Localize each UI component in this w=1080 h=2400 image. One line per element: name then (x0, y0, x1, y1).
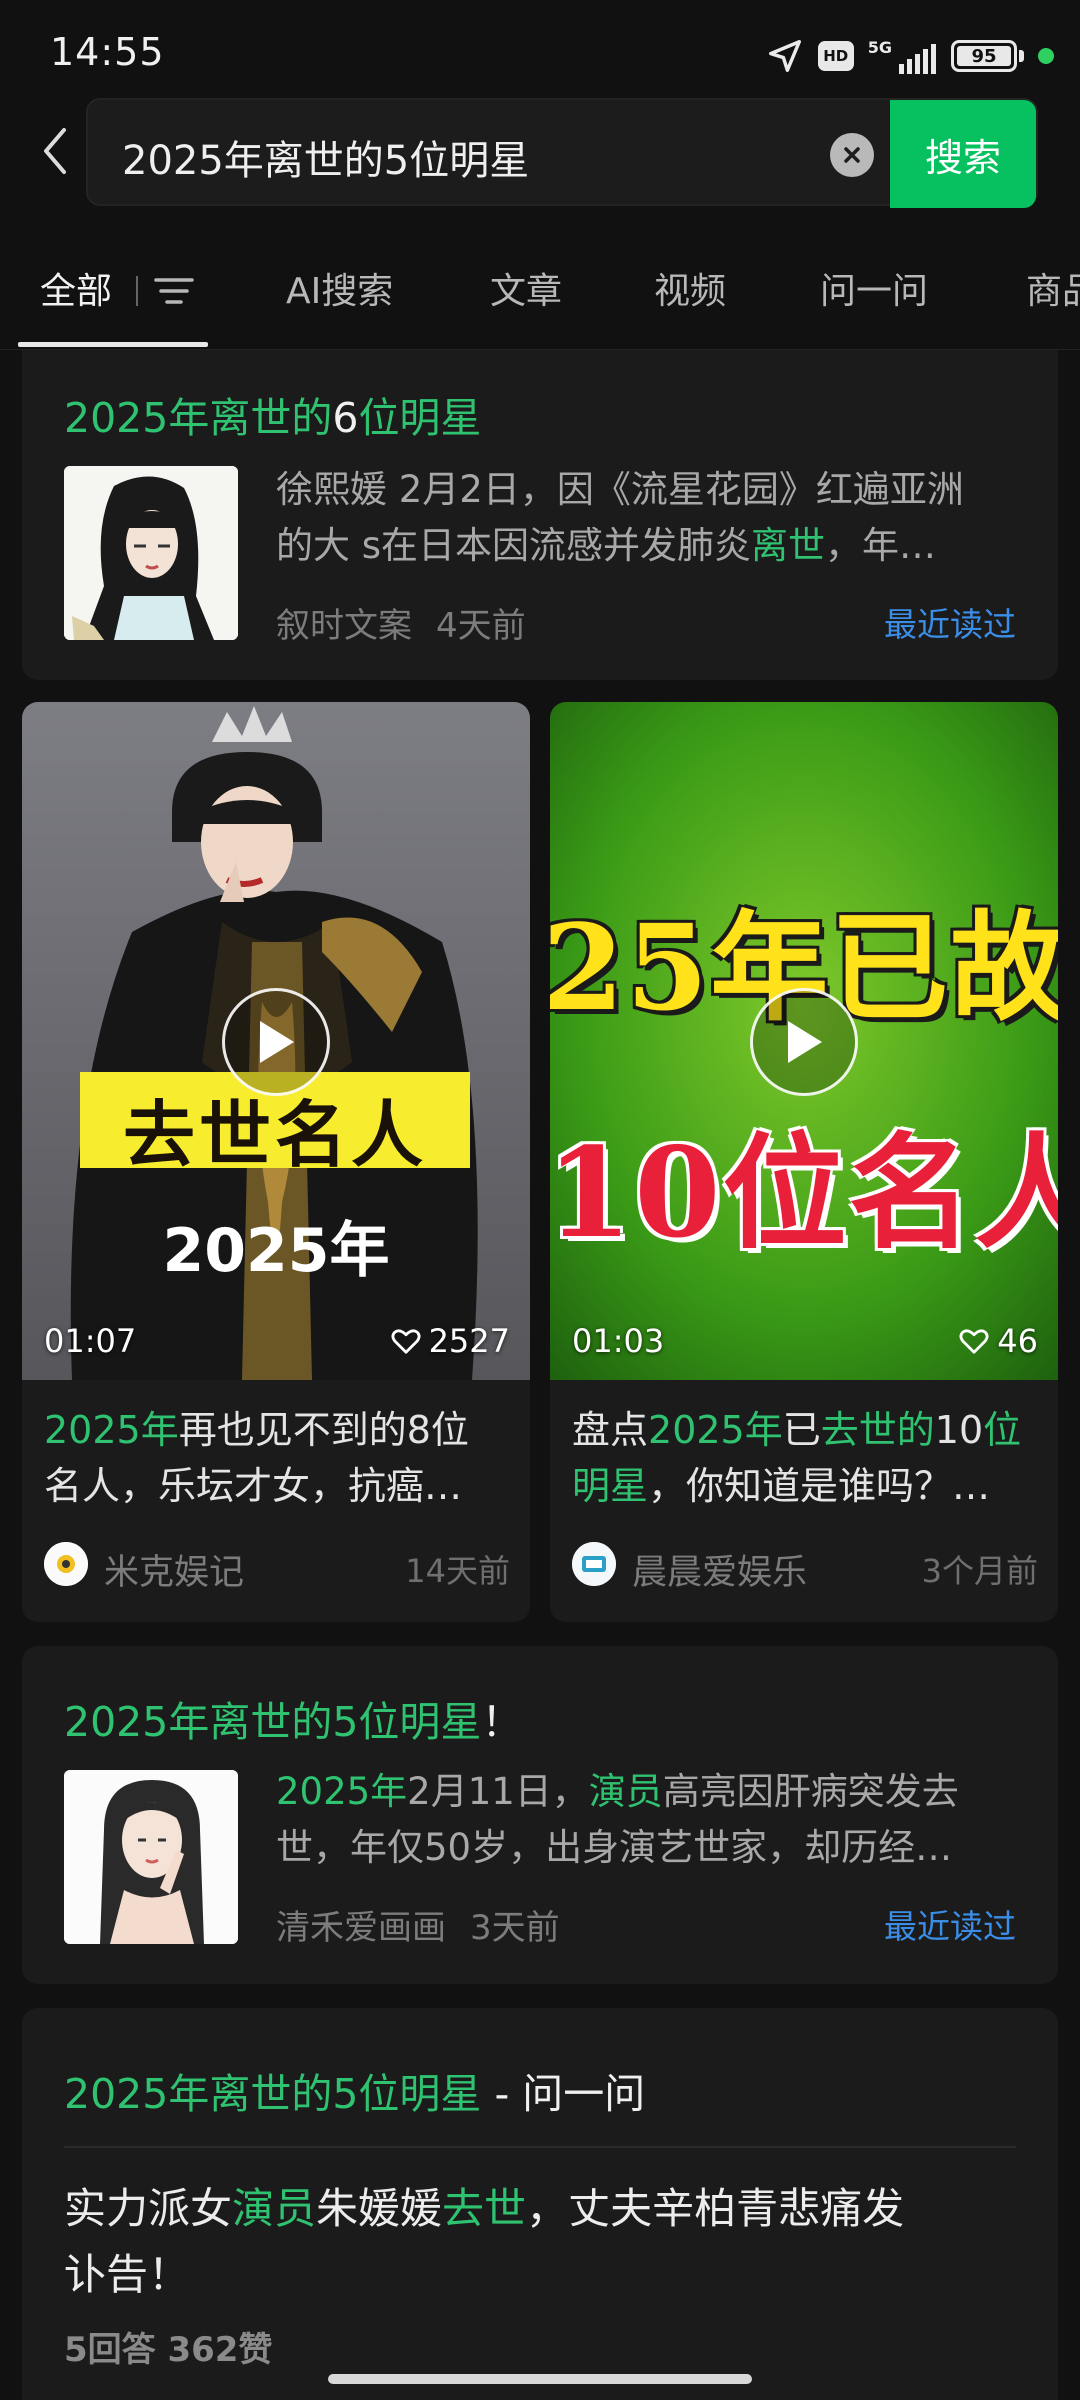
video-time: 3个月前 (921, 1552, 1038, 1590)
heart-icon (959, 1329, 989, 1354)
hd-icon: HD (817, 41, 854, 71)
author-avatar[interactable] (44, 1542, 88, 1586)
result-time: 3天前 (470, 1908, 560, 1948)
video-thumbnail[interactable]: 去世名人 2025年 01:07 2527 (22, 702, 530, 1380)
search-result-article[interactable]: 2025年离世的5位明星！ 2025年2月11日，演员高亮因肝病突发去 世，年仅… (22, 1646, 1058, 1984)
signal-5g-icon: 5G (868, 38, 937, 74)
result-source[interactable]: 叙时文案 (276, 606, 412, 646)
poster-subheadline: 10位名人 (550, 1121, 1058, 1266)
filter-button[interactable] (136, 266, 202, 316)
result-thumbnail (64, 1770, 238, 1944)
answer-stats: 5回答 362赞 (64, 2330, 273, 2370)
status-bar: 14:55 HD 5G 95 (0, 0, 1080, 100)
video-thumbnail[interactable]: 25年已故 10位名人 01:03 46 (550, 702, 1058, 1380)
video-author[interactable]: 米克娱记 (104, 1544, 244, 1595)
battery-icon: 95 (951, 40, 1024, 72)
video-duration: 01:07 (44, 1322, 137, 1360)
divider (136, 276, 138, 306)
play-button[interactable] (222, 988, 330, 1096)
play-button[interactable] (750, 988, 858, 1096)
network-type-label: 5G (867, 38, 892, 57)
tab-all[interactable]: 全部 (40, 262, 112, 314)
status-time: 14:55 (50, 30, 165, 74)
filter-tabs: 全部 AI搜索 文章 视频 问一问 商品 (0, 244, 1080, 350)
result-source[interactable]: 清禾爱画画 (276, 1908, 446, 1948)
video-likes: 46 (959, 1322, 1038, 1360)
play-icon (788, 1021, 822, 1063)
question-text[interactable]: 实力派女演员朱媛媛去世，丈夫辛柏青悲痛发 讣告！ (64, 2176, 1024, 2308)
tab-videos[interactable]: 视频 (654, 262, 726, 314)
result-thumbnail (64, 466, 238, 640)
tab-articles[interactable]: 文章 (490, 262, 562, 314)
back-button[interactable] (30, 120, 80, 182)
result-time: 4天前 (436, 606, 526, 646)
video-title[interactable]: 盘点2025年已去世的10位 明星，你知道是谁吗？… (572, 1402, 1042, 1514)
search-result-qa[interactable]: 2025年离世的5位明星 - 问一问 实力派女演员朱媛媛去世，丈夫辛柏青悲痛发 … (22, 2008, 1058, 2400)
video-card[interactable]: 25年已故 10位名人 01:03 46 盘点2025年已去世的10位 明星，你… (550, 702, 1058, 1622)
video-footer: 米克娱记 14天前 (44, 1540, 510, 1593)
result-title[interactable]: 2025年离世的5位明星！ (64, 1688, 522, 1748)
location-arrow-icon (766, 37, 804, 75)
status-icons: HD 5G 95 (766, 34, 1054, 78)
heart-icon (391, 1329, 421, 1354)
result-snippet: 徐熙媛 2月2日，因《流星花园》红遍亚洲 的大 s在日本因流感并发肺炎离世，年… (276, 468, 964, 567)
result-title[interactable]: 2025年离世的6位明星 (64, 384, 481, 444)
clear-search-button[interactable] (830, 133, 874, 177)
filter-icon (154, 278, 194, 304)
video-title[interactable]: 2025年再也见不到的8位 名人，乐坛才女，抗癌… (44, 1402, 514, 1514)
privacy-indicator-dot (1038, 48, 1054, 64)
search-result-article[interactable]: 2025年离世的6位明星 徐熙媛 2月2日，因《流星花园》红遍亚洲 的大 s在日… (22, 350, 1058, 680)
active-tab-indicator (18, 342, 208, 347)
video-time: 14天前 (405, 1552, 510, 1590)
home-indicator[interactable] (328, 2374, 752, 2384)
search-query: 2025年离世的5位明星 (122, 138, 530, 184)
result-meta: 叙时文案 4天前 (276, 598, 526, 647)
likes-count: 2527 (428, 1322, 510, 1360)
result-snippet: 2025年2月11日，演员高亮因肝病突发去 世，年仅50岁，出身演艺世家，却历经… (276, 1770, 959, 1869)
likes-count: 46 (997, 1322, 1038, 1360)
tab-ask[interactable]: 问一问 (820, 262, 928, 314)
recently-read-badge: 最近读过 (884, 605, 1016, 644)
tab-products[interactable]: 商品 (1026, 262, 1080, 314)
result-title[interactable]: 2025年离世的5位明星 - 问一问 (64, 2060, 645, 2120)
close-icon (844, 147, 860, 163)
play-icon (260, 1021, 294, 1063)
recently-read-badge: 最近读过 (884, 1907, 1016, 1946)
video-likes: 2527 (391, 1322, 510, 1360)
result-meta: 清禾爱画画 3天前 (276, 1900, 560, 1949)
tab-ai-search[interactable]: AI搜索 (286, 262, 393, 314)
video-footer: 晨晨爱娱乐 3个月前 (572, 1540, 1038, 1593)
video-author[interactable]: 晨晨爱娱乐 (632, 1544, 807, 1595)
search-input[interactable]: 2025年离世的5位明星 搜索 (86, 98, 1038, 208)
video-duration: 01:03 (572, 1322, 665, 1360)
search-button[interactable]: 搜索 (890, 100, 1036, 208)
search-row: 2025年离世的5位明星 搜索 (0, 98, 1080, 208)
chevron-left-icon (44, 128, 66, 174)
battery-level: 95 (971, 45, 997, 67)
video-card[interactable]: 去世名人 2025年 01:07 2527 2025年再也见不到的8位 名人，乐… (22, 702, 530, 1622)
poster-year: 2025年 (162, 1216, 390, 1286)
divider (64, 2146, 1016, 2148)
author-avatar[interactable] (572, 1542, 616, 1586)
